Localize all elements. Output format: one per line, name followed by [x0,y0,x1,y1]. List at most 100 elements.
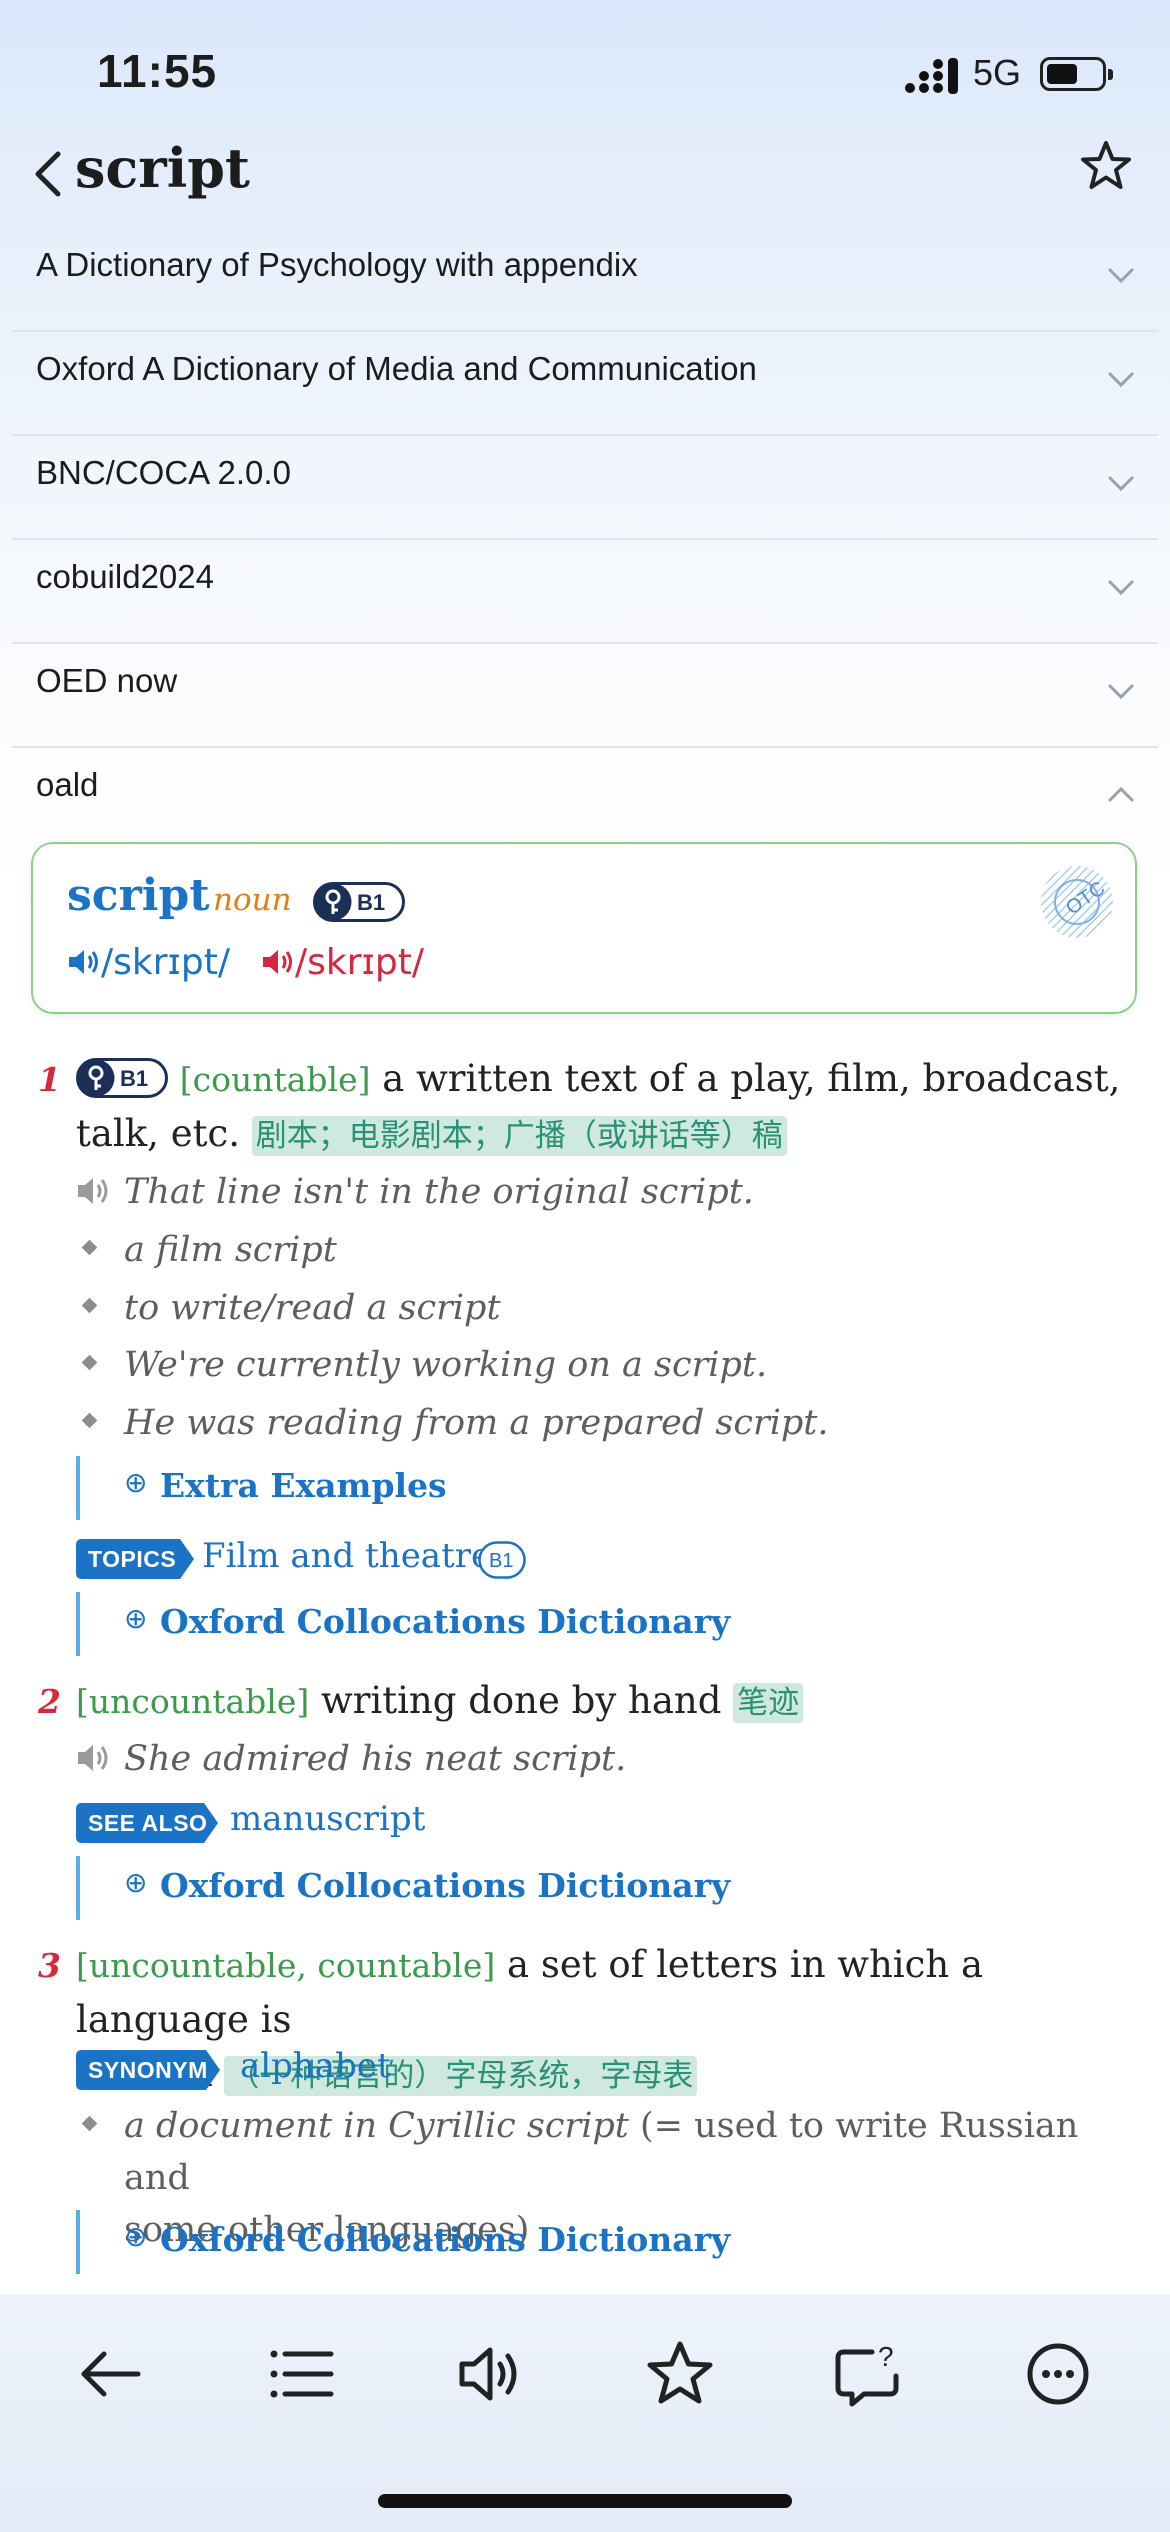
dictionary-name: A Dictionary of Psychology with appendix [36,246,638,283]
bullet-diamond-icon [81,1239,98,1256]
topics-link[interactable]: Film and theatre [202,1536,491,1576]
status-time: 11:55 [97,45,218,97]
collocations-toggle[interactable]: ⊕ Oxford Collocations Dictionary [76,1856,1140,1920]
chinese-translation: 剧本；电影剧本；广播（或讲话等）稿 [251,1116,787,1156]
example-italic: a document in Cyrillic script [124,2106,629,2146]
synonym-tag-label: SYNONYM [88,2057,208,2083]
dictionary-name: Oxford A Dictionary of Media and Communi… [36,350,757,387]
speaker-us-icon [263,950,292,974]
more-icon[interactable] [1022,2338,1094,2410]
svg-text:?: ? [878,2341,894,2372]
synonym-link[interactable]: alphabet [240,2046,391,2086]
collocations-toggle[interactable]: ⊕ Oxford Collocations Dictionary [76,2210,1140,2274]
topics-tag-label: TOPICS [88,1546,177,1572]
example-item: He was reading from a prepared script. [76,1397,1146,1449]
page-title: script [75,136,250,200]
example-text: a film script [124,1230,337,1270]
pron-uk-text: /skrɪpt/ [101,942,231,983]
sense-number: 2 [38,1682,61,1721]
dictionary-row-bnc-coca[interactable]: BNC/COCA 2.0.0 [12,436,1158,540]
level-label: B1 [120,1066,148,1091]
star-icon[interactable] [644,2338,716,2410]
level-label: B1 [357,890,385,915]
grammar-label: [uncountable] [76,1682,310,1721]
pron-us[interactable]: /skrɪpt/ [261,942,424,983]
example-text: She admired his neat script. [124,1739,627,1779]
definition-line-1: a written text of a play, film, broadcas… [382,1057,1121,1100]
collocations-toggle[interactable]: ⊕ Oxford Collocations Dictionary [76,1592,1140,1656]
plus-circle-icon: ⊕ [124,1467,148,1498]
extra-examples-label: Extra Examples [160,1466,447,1505]
chevron-up-icon [1108,786,1134,802]
chinese-translation: 笔迹 [733,1683,804,1723]
dictionary-name: oald [36,766,99,803]
dictionary-row-media[interactable]: Oxford A Dictionary of Media and Communi… [12,332,1158,436]
speaker-uk-icon [69,950,98,974]
chevron-down-icon [1108,476,1134,492]
dictionary-row-oed[interactable]: OED now [12,644,1158,748]
status-bar: 11:55 5G [0,0,1170,140]
dictionary-row-psychology[interactable]: A Dictionary of Psychology with appendix [12,228,1158,332]
definition-line-2: talk, etc. [76,1112,240,1155]
headword: script [67,870,210,921]
topics-tag: TOPICS [76,1539,196,1579]
sense-definition: [uncountable] writing done by hand 笔迹 [76,1674,1136,1730]
sense-number: 3 [38,1946,61,1985]
plus-circle-icon: ⊕ [124,2221,148,2252]
list-icon[interactable] [265,2338,337,2410]
example-audio[interactable]: She admired his neat script. [76,1733,1146,1785]
level-label: B1 [489,1550,513,1572]
example-text: We're currently working on a script. [124,1345,768,1385]
sense-definition: B1 [countable] a written text of a play,… [76,1052,1136,1163]
example-item: to write/read a script [76,1282,1146,1334]
back-arrow-icon[interactable] [74,2338,146,2410]
dictionary-row-oald[interactable]: oald [12,748,1158,850]
network-label: 5G [973,52,1022,93]
dictionary-name: BNC/COCA 2.0.0 [36,454,291,491]
example-audio[interactable]: That line isn't in the original script. [76,1166,1146,1218]
collocations-label: Oxford Collocations Dictionary [160,2220,731,2259]
chevron-down-icon [1108,580,1134,596]
grammar-label: [countable] [179,1060,371,1099]
dictionary-list: A Dictionary of Psychology with appendix… [12,228,1158,850]
bullet-diamond-icon [81,1297,98,1314]
grammar-label: [uncountable, countable] [76,1946,496,1985]
speaker-icon[interactable] [454,2338,526,2410]
definition-text: writing done by hand [321,1679,722,1722]
chevron-down-icon [1108,684,1134,700]
chevron-down-icon [1108,372,1134,388]
see-also-link[interactable]: manuscript [230,1799,425,1839]
stamp-badge-icon: OTC [1041,866,1113,938]
home-indicator [378,2494,792,2508]
see-also-tag: SEE ALSO [76,1803,220,1843]
collocations-label: Oxford Collocations Dictionary [160,1602,731,1641]
example-item: a document in Cyrillic script (= used to… [76,2100,1146,2250]
dictionary-row-cobuild[interactable]: cobuild2024 [12,540,1158,644]
bullet-diamond-icon [81,1412,98,1429]
battery-icon [1040,57,1113,91]
extra-examples-toggle[interactable]: ⊕ Extra Examples [76,1456,1140,1520]
example-text: to write/read a script [124,1288,501,1328]
signal-icon [905,58,958,94]
pron-us-text: /skrɪpt/ [295,942,425,983]
plus-circle-icon: ⊕ [124,1603,148,1634]
dictionary-name: cobuild2024 [36,558,214,595]
sense-definition: [uncountable, countable] a set of letter… [76,1938,1136,2103]
bullet-diamond-icon [81,1354,98,1371]
speaker-icon [78,1745,108,1771]
oxford-key-badge-icon: B1 [313,882,405,922]
see-also-tag-label: SEE ALSO [88,1810,208,1836]
example-text: He was reading from a prepared script. [124,1403,829,1443]
synonym-tag: SYNONYM [76,2050,222,2090]
chat-question-icon[interactable]: ? [832,2338,904,2410]
pron-uk[interactable]: /skrɪpt/ [67,942,230,983]
favorite-star-icon[interactable] [1077,138,1135,196]
back-chevron-icon[interactable] [26,140,76,208]
dictionary-name: OED now [36,662,178,699]
example-item: a film script [76,1224,1146,1276]
example-text: That line isn't in the original script. [124,1172,754,1212]
nav-bar: script [0,130,1170,230]
collocations-label: Oxford Collocations Dictionary [160,1866,731,1905]
speaker-icon [78,1178,108,1204]
bullet-diamond-icon [81,2115,98,2132]
